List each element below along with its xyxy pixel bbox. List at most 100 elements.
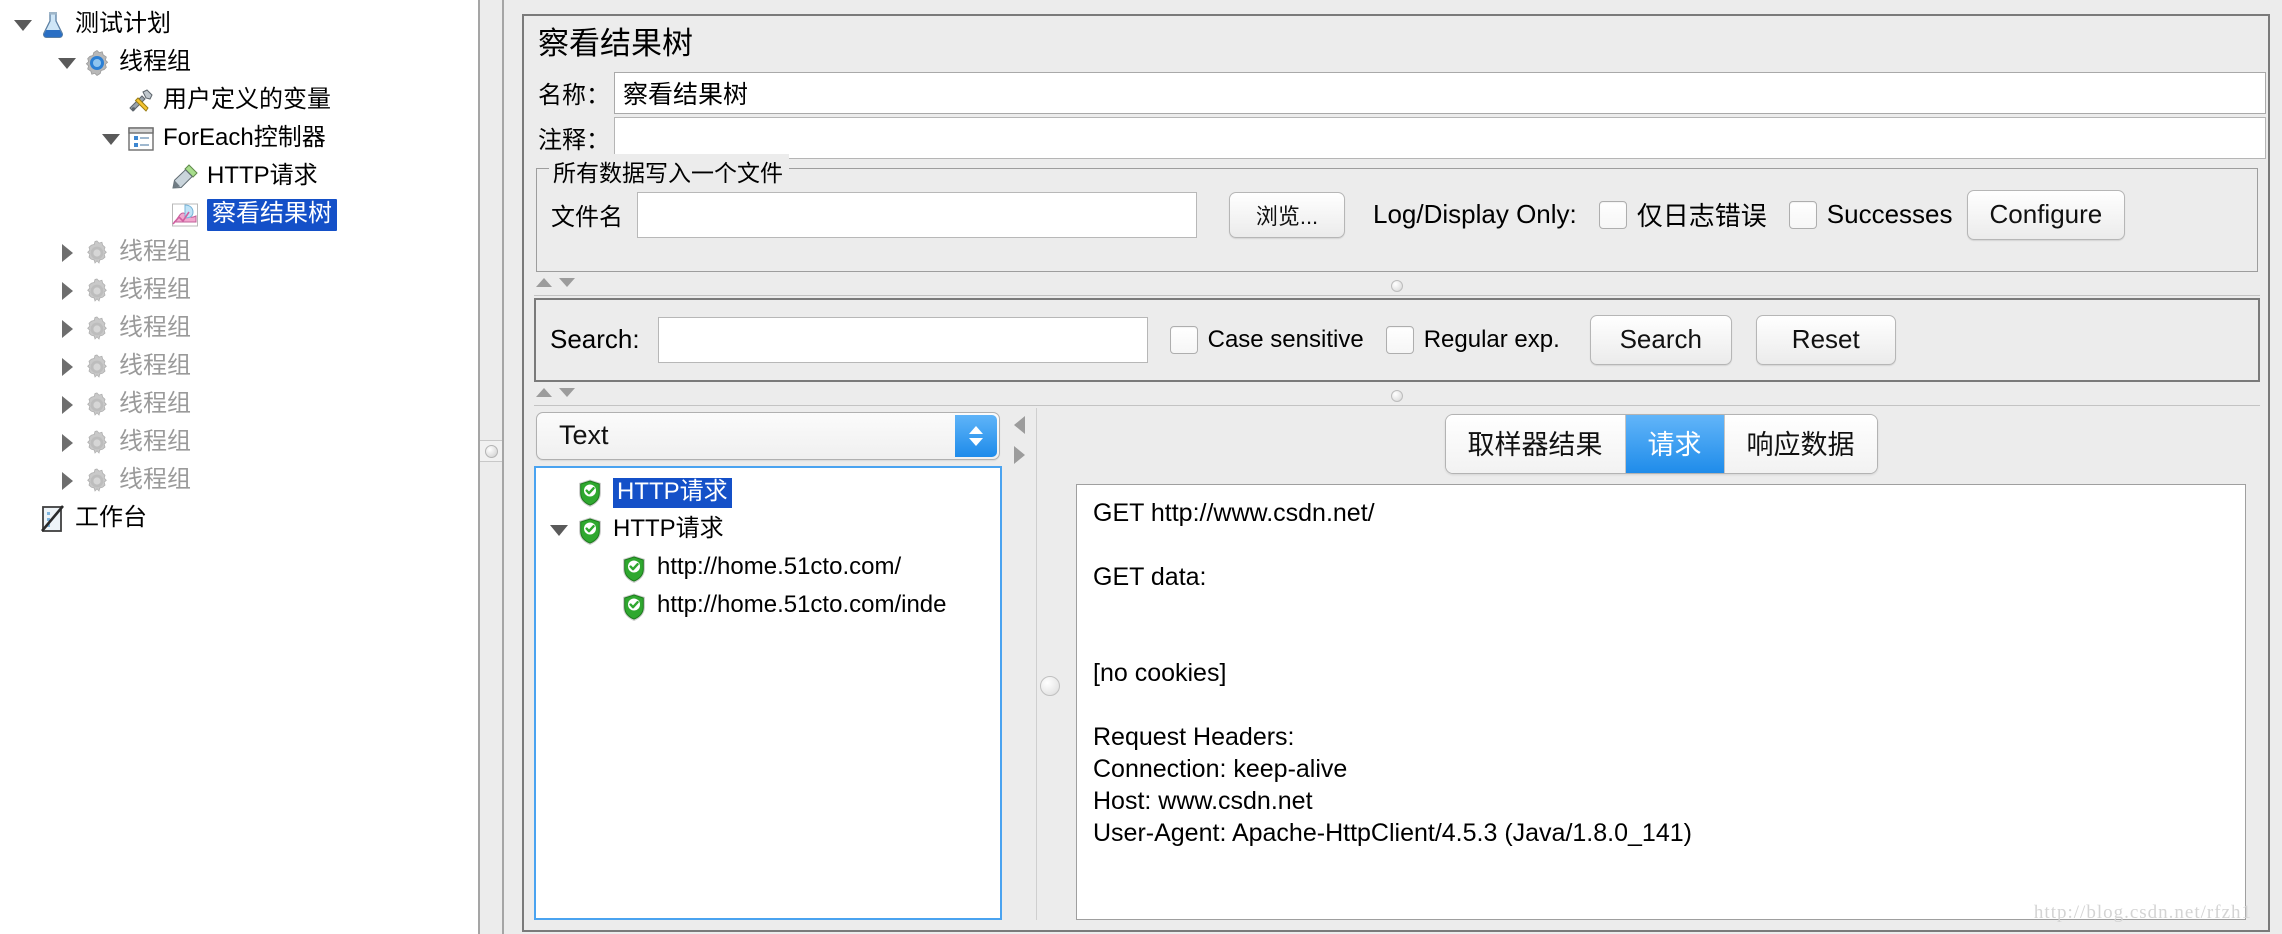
tree-node[interactable]: ForEach控制器 bbox=[0, 120, 478, 158]
splitter-dot-bottom[interactable] bbox=[1391, 389, 1403, 402]
name-field-row: 名称： bbox=[524, 69, 2268, 116]
result-tab[interactable]: 请求 bbox=[1625, 414, 1725, 473]
results-vertical-splitter[interactable] bbox=[1036, 407, 1062, 920]
tree-node[interactable]: 线程组 bbox=[0, 348, 478, 386]
jmeter-window: 测试计划 线程组 用户定义的变量 ForEach控制器 HTTP请求 察看结果树 bbox=[0, 0, 2282, 934]
collapse-up-icon[interactable] bbox=[536, 277, 552, 287]
result-tab[interactable]: 取样器结果 bbox=[1445, 414, 1626, 473]
success-shield-icon bbox=[576, 478, 604, 508]
tree-node-label: 线程组 bbox=[119, 465, 191, 493]
search-input[interactable] bbox=[657, 316, 1148, 363]
tree-node-label: ForEach控制器 bbox=[163, 123, 326, 151]
result-tree-node[interactable]: HTTP请求 bbox=[536, 512, 1000, 550]
tree-expand-toggle-closed[interactable] bbox=[52, 424, 82, 462]
comment-label: 注释： bbox=[538, 127, 610, 155]
renderer-select[interactable]: Text bbox=[536, 411, 1000, 460]
tree-panel-collapse-arrows[interactable] bbox=[1002, 408, 1036, 920]
sampler-result-tree[interactable]: HTTP请求 HTTP请求 http://home.51cto.com/ htt… bbox=[534, 465, 1002, 920]
tree-expand-toggle-closed[interactable] bbox=[52, 272, 82, 310]
result-tree-node[interactable]: http://home.51cto.com/ bbox=[536, 550, 1000, 588]
comment-input[interactable] bbox=[614, 116, 2266, 159]
test-plan-tree-panel[interactable]: 测试计划 线程组 用户定义的变量 ForEach控制器 HTTP请求 察看结果树 bbox=[0, 0, 478, 934]
splitter-arrows-top[interactable] bbox=[536, 277, 575, 287]
splitter-dot-top[interactable] bbox=[1391, 279, 1403, 292]
tree-node[interactable]: 线程组 bbox=[0, 234, 478, 272]
request-text-line: Host: www.csdn.net bbox=[1093, 786, 1313, 815]
tree-expand-toggle-closed[interactable] bbox=[52, 462, 82, 500]
tree-node[interactable]: 察看结果树 bbox=[0, 196, 478, 234]
result-expand-toggle-open[interactable] bbox=[542, 525, 576, 537]
collapse-up-icon-2[interactable] bbox=[536, 387, 552, 397]
tree-node[interactable]: 线程组 bbox=[0, 310, 478, 348]
tree-node[interactable]: 线程组 bbox=[0, 462, 478, 500]
renderer-chevron-button[interactable] bbox=[955, 414, 997, 457]
results-splitter-knob[interactable] bbox=[1040, 675, 1060, 696]
result-tabs[interactable]: 取样器结果 请求 响应数据 bbox=[1444, 413, 1878, 474]
gear-gray-icon bbox=[82, 314, 112, 344]
tree-expand-toggle-closed[interactable] bbox=[52, 386, 82, 424]
tree-node[interactable]: 线程组 bbox=[0, 424, 478, 462]
tree-expand-toggle-open[interactable] bbox=[8, 6, 38, 44]
reset-button[interactable]: Reset bbox=[1755, 314, 1896, 365]
tree-node[interactable]: 用户定义的变量 bbox=[0, 82, 478, 120]
group-legend: 所有数据写入一个文件 bbox=[549, 153, 789, 188]
successes-label: Successes bbox=[1826, 199, 1953, 230]
tree-expand-toggle-closed[interactable] bbox=[52, 310, 82, 348]
tree-node[interactable]: 线程组 bbox=[0, 386, 478, 424]
success-shield-icon bbox=[576, 516, 604, 546]
request-text-line bbox=[1093, 529, 2229, 561]
browse-button[interactable]: 浏览... bbox=[1229, 191, 1345, 238]
foreach-controller-icon bbox=[126, 124, 156, 154]
tree-expand-toggle-open[interactable] bbox=[52, 44, 82, 82]
tree-expand-toggle-closed[interactable] bbox=[52, 234, 82, 272]
tree-toggle-spacer bbox=[140, 196, 170, 234]
case-sensitive-label: Case sensitive bbox=[1207, 325, 1364, 353]
collapse-left-icon[interactable] bbox=[1013, 415, 1025, 434]
tree-node[interactable]: HTTP请求 bbox=[0, 158, 478, 196]
main-vertical-splitter[interactable] bbox=[478, 0, 504, 934]
errors-only-checkbox[interactable] bbox=[1598, 200, 1627, 229]
lower-horizontal-splitter[interactable] bbox=[534, 385, 2260, 406]
tree-expand-toggle-closed[interactable] bbox=[52, 348, 82, 386]
configure-button[interactable]: Configure bbox=[1966, 189, 2126, 240]
result-tree-node[interactable]: http://home.51cto.com/inde bbox=[536, 588, 1000, 626]
gear-gray-icon bbox=[82, 428, 112, 458]
tree-node-label: 线程组 bbox=[119, 313, 191, 341]
request-text-line: Connection: keep-alive bbox=[1093, 754, 1348, 783]
tree-node[interactable]: 线程组 bbox=[0, 272, 478, 310]
collapse-right-icon[interactable] bbox=[1013, 445, 1025, 464]
tree-node[interactable]: 工作台 bbox=[0, 500, 478, 538]
search-button[interactable]: Search bbox=[1589, 314, 1732, 365]
splitter-arrows-bottom[interactable] bbox=[536, 387, 575, 397]
tree-node-label: 察看结果树 bbox=[207, 199, 337, 231]
chevron-down-icon bbox=[969, 437, 983, 446]
collapse-down-icon-2[interactable] bbox=[559, 387, 575, 397]
test-plan-tree[interactable]: 测试计划 线程组 用户定义的变量 ForEach控制器 HTTP请求 察看结果树 bbox=[0, 0, 478, 538]
request-text-area[interactable]: GET http://www.csdn.net/GET data: [no coo… bbox=[1076, 483, 2246, 920]
successes-checkbox[interactable] bbox=[1788, 200, 1817, 229]
collapse-down-icon[interactable] bbox=[559, 277, 575, 287]
name-input[interactable] bbox=[614, 71, 2266, 114]
gear-blue-icon bbox=[82, 48, 112, 78]
gear-gray-icon bbox=[82, 276, 112, 306]
tree-node[interactable]: 线程组 bbox=[0, 44, 478, 82]
panel-card: 察看结果树 名称： 注释： 所有数据写入一个文件 文件名 浏览... Log/D… bbox=[522, 14, 2270, 932]
log-display-only-label: Log/Display Only: bbox=[1373, 199, 1577, 230]
splitter-knob-dot bbox=[484, 444, 498, 458]
request-text-line bbox=[1093, 689, 2229, 721]
tree-expand-toggle-open[interactable] bbox=[96, 120, 126, 158]
tree-node-label: 线程组 bbox=[119, 47, 191, 75]
filename-input[interactable] bbox=[637, 191, 1197, 238]
result-tab[interactable]: 响应数据 bbox=[1724, 414, 1877, 473]
splitter-handle[interactable] bbox=[480, 440, 502, 462]
case-sensitive-checkbox[interactable] bbox=[1169, 325, 1198, 354]
upper-horizontal-splitter[interactable] bbox=[534, 275, 2260, 296]
result-tree-node[interactable]: HTTP请求 bbox=[536, 474, 1000, 512]
regular-exp-checkbox[interactable] bbox=[1385, 325, 1414, 354]
gear-gray-icon bbox=[82, 390, 112, 420]
tree-node[interactable]: 测试计划 bbox=[0, 6, 478, 44]
gear-gray-icon bbox=[82, 352, 112, 382]
write-all-data-to-file-group: 所有数据写入一个文件 文件名 浏览... Log/Display Only: 仅… bbox=[536, 153, 2258, 272]
tree-toggle-spacer bbox=[140, 158, 170, 196]
errors-only-label: 仅日志错误 bbox=[1636, 201, 1767, 232]
